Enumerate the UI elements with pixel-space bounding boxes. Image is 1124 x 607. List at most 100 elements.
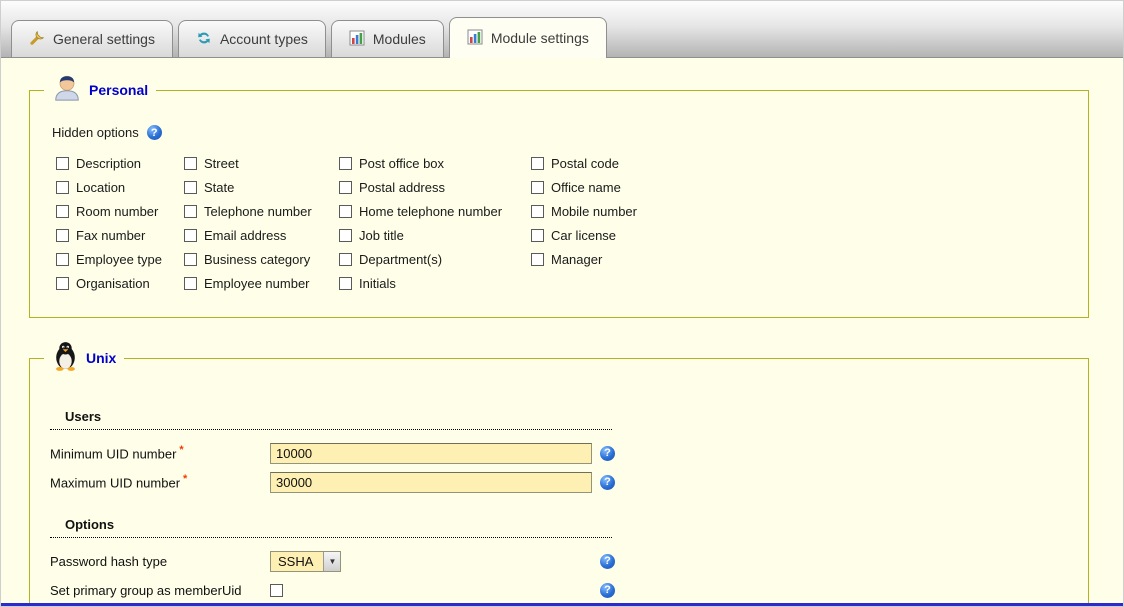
tab-label: Modules (373, 31, 426, 47)
tab-account-types[interactable]: Account types (178, 20, 326, 57)
hidden-option-telephone-number: Telephone number (184, 204, 339, 219)
checkbox-label: Car license (551, 228, 616, 243)
checkbox[interactable] (184, 181, 197, 194)
hidden-option-fax-number: Fax number (56, 228, 184, 243)
hidden-option-postal-code: Postal code (531, 156, 751, 171)
wrench-icon (29, 30, 45, 49)
tab-label: Module settings (491, 30, 589, 46)
checkbox[interactable] (531, 157, 544, 170)
checkbox[interactable] (184, 277, 197, 290)
checkbox[interactable] (339, 229, 352, 242)
hidden-option-postal-address: Postal address (339, 180, 531, 195)
checkbox[interactable] (184, 205, 197, 218)
checkbox[interactable] (339, 181, 352, 194)
help-question-icon[interactable] (600, 446, 615, 461)
checkbox-label: Department(s) (359, 252, 442, 267)
checkbox-label: Telephone number (204, 204, 312, 219)
tab-label: Account types (220, 31, 308, 47)
hidden-option-home-telephone-number: Home telephone number (339, 204, 531, 219)
checkbox[interactable] (339, 157, 352, 170)
person-icon (52, 72, 82, 107)
hidden-option-employee-type: Employee type (56, 252, 184, 267)
help-question-icon[interactable] (600, 583, 615, 598)
hidden-option-business-category: Business category (184, 252, 339, 267)
tab-module-settings[interactable]: Module settings (449, 17, 607, 58)
min-uid-row: Minimum UID number* (50, 442, 1068, 464)
personal-legend-label: Personal (89, 82, 148, 98)
checkbox[interactable] (531, 229, 544, 242)
hidden-option-description: Description (56, 156, 184, 171)
checkbox-label: Postal address (359, 180, 445, 195)
checkbox[interactable] (56, 157, 69, 170)
checkbox-label: State (204, 180, 234, 195)
checkbox-label: Job title (359, 228, 404, 243)
checkbox-label: Employee number (204, 276, 310, 291)
hidden-option-room-number: Room number (56, 204, 184, 219)
hidden-option-employee-number: Employee number (184, 276, 339, 291)
help-question-icon[interactable] (147, 125, 162, 140)
hidden-options-label: Hidden options (52, 125, 139, 140)
checkbox[interactable] (56, 205, 69, 218)
checkbox-label: Mobile number (551, 204, 637, 219)
password-hash-select[interactable]: SSHA ▼ (270, 551, 341, 572)
checkbox[interactable] (184, 253, 197, 266)
checkbox-label: Employee type (76, 252, 162, 267)
checkbox[interactable] (339, 277, 352, 290)
required-marker: * (179, 444, 183, 456)
checkbox[interactable] (531, 253, 544, 266)
min-uid-input[interactable] (270, 443, 592, 464)
hidden-option-organisation: Organisation (56, 276, 184, 291)
password-hash-row: Password hash type SSHA ▼ (50, 550, 1068, 572)
checkbox[interactable] (531, 181, 544, 194)
checkbox[interactable] (56, 253, 69, 266)
checkbox-label: Email address (204, 228, 286, 243)
help-question-icon[interactable] (600, 554, 615, 569)
max-uid-label: Maximum UID number* (50, 473, 270, 490)
sync-arrows-icon (196, 30, 212, 49)
personal-legend: Personal (44, 72, 156, 107)
member-uid-checkbox[interactable] (270, 584, 283, 597)
checkbox[interactable] (531, 205, 544, 218)
hidden-option-manager: Manager (531, 252, 751, 267)
checkbox-label: Home telephone number (359, 204, 502, 219)
min-uid-label: Minimum UID number* (50, 444, 270, 461)
checkbox-label: Office name (551, 180, 621, 195)
hidden-option-department-s-: Department(s) (339, 252, 531, 267)
checkbox[interactable] (184, 157, 197, 170)
footer-accent-line (1, 603, 1123, 606)
help-question-icon[interactable] (600, 475, 615, 490)
checkbox-label: Business category (204, 252, 310, 267)
tab-bar: General settings Account types Modul (1, 1, 1123, 58)
hidden-options-header: Hidden options (52, 125, 1068, 140)
checkbox[interactable] (339, 253, 352, 266)
settings-content: Personal Hidden options DescriptionStree… (1, 58, 1123, 607)
checkbox-label: Manager (551, 252, 602, 267)
password-hash-label: Password hash type (50, 554, 270, 569)
checkbox[interactable] (56, 181, 69, 194)
hidden-options-grid: DescriptionStreet Post office box Postal c… (56, 156, 1068, 291)
hidden-option-mobile-number: Mobile number (531, 204, 751, 219)
hidden-option-street: Street (184, 156, 339, 171)
required-marker: * (183, 473, 187, 485)
personal-fieldset: Personal Hidden options DescriptionStree… (29, 90, 1089, 318)
checkbox[interactable] (56, 229, 69, 242)
password-hash-value: SSHA (271, 552, 323, 571)
hidden-option-initials: Initials (339, 276, 531, 291)
tab-modules[interactable]: Modules (331, 20, 444, 57)
tab-label: General settings (53, 31, 155, 47)
checkbox-label: Initials (359, 276, 396, 291)
member-uid-row: Set primary group as memberUid (50, 579, 1068, 601)
chevron-down-icon: ▼ (323, 552, 340, 571)
checkbox[interactable] (339, 205, 352, 218)
checkbox[interactable] (56, 277, 69, 290)
checkbox[interactable] (184, 229, 197, 242)
unix-legend-label: Unix (86, 350, 116, 366)
hidden-option-post-office-box: Post office box (339, 156, 531, 171)
lam-configuration-page: General settings Account types Modul (0, 0, 1124, 607)
max-uid-input[interactable] (270, 472, 592, 493)
checkbox-label: Post office box (359, 156, 444, 171)
checkbox-label: Room number (76, 204, 158, 219)
options-section-header: Options (50, 517, 612, 538)
unix-legend: Unix (44, 340, 124, 376)
tab-general-settings[interactable]: General settings (11, 20, 173, 57)
